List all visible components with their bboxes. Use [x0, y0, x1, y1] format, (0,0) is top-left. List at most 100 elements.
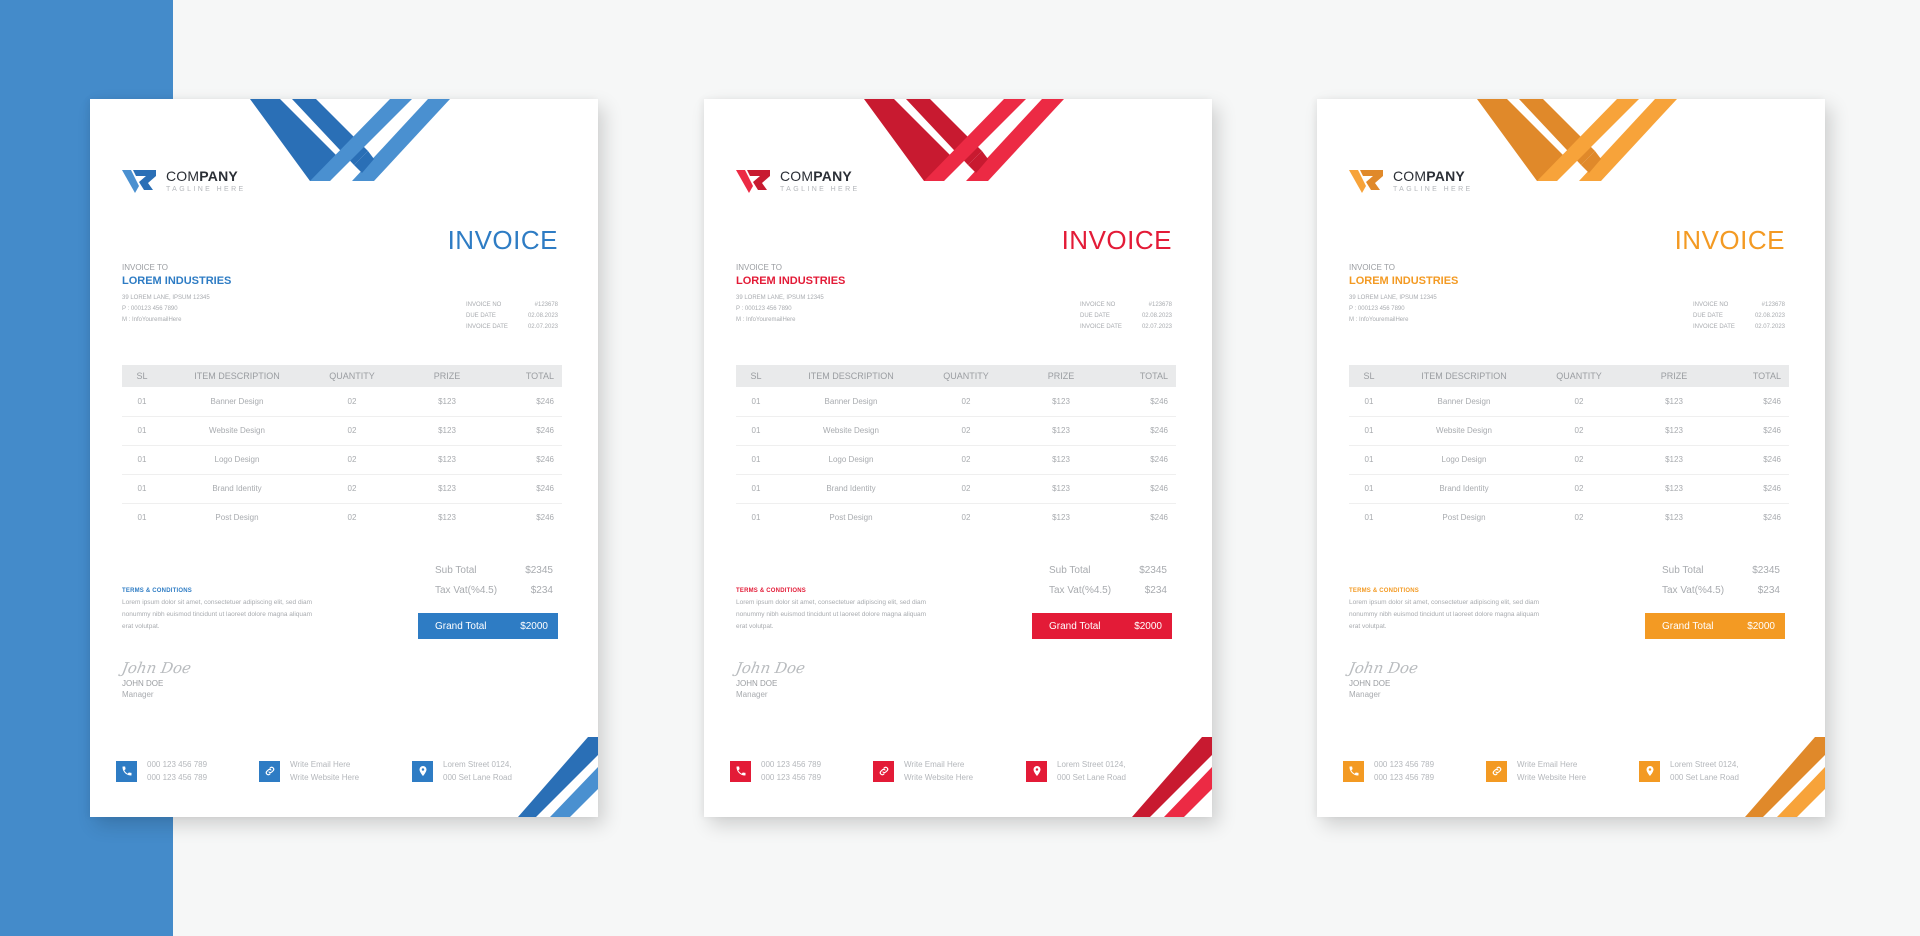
contact-line: Lorem Street 0124, — [1057, 760, 1126, 769]
location-pin-icon — [412, 760, 433, 782]
tax-label: Tax Vat(%4.5) — [1662, 585, 1725, 596]
contact-line: 000 Set Lane Road — [1670, 773, 1739, 782]
cell-quantity: 02 — [312, 445, 392, 475]
phone-icon — [116, 760, 137, 782]
cell-sl: 01 — [122, 445, 162, 475]
signature-block: John Doe JOHN DOE Manager — [734, 659, 806, 699]
grand-total-label: Grand Total — [435, 620, 487, 632]
cell-total: $246 — [536, 513, 554, 523]
subtotal-row: Sub Total $2345 — [1645, 561, 1785, 581]
link-icon — [259, 760, 280, 782]
table-row: 01 Brand Identity 02 $123 $246 — [1349, 474, 1789, 504]
invoice-meta-row: INVOICE NO #123678 — [1693, 300, 1785, 311]
invoice-meta-row: DUE DATE 02.08.2023 — [466, 311, 558, 322]
contact-footer: 000 123 456 789 000 123 456 789 Write Emai… — [730, 758, 1126, 784]
table-header-row: SL ITEM DESCRIPTION QUANTITY PRIZE TOTAL — [1349, 365, 1789, 387]
contact-footer: 000 123 456 789 000 123 456 789 Write Emai… — [1343, 758, 1739, 784]
cell-price: $123 — [1052, 513, 1070, 523]
contact-item: Lorem Street 0124, 000 Set Lane Road — [412, 758, 512, 784]
cell-sl: 01 — [1349, 416, 1389, 446]
column-header-total: TOTAL — [1139, 371, 1168, 381]
table-row: 01 Website Design 02 $123 $246 — [1349, 416, 1789, 446]
cell-quantity: 02 — [312, 387, 392, 417]
cell-price: $123 — [392, 387, 502, 417]
contact-line: Write Website Here — [904, 773, 974, 782]
company-tagline: TAGLINE HERE — [1393, 185, 1473, 193]
corner-stripes-decoration — [1745, 737, 1825, 817]
invoice-meta-row: INVOICE DATE 02.07.2023 — [1693, 322, 1785, 333]
grand-total-bar: Grand Total $2000 — [418, 613, 558, 639]
link-icon — [873, 760, 894, 782]
cell-total: $246 — [502, 445, 562, 475]
logo-mark-icon — [1349, 170, 1383, 193]
invoice-template-orange: COMPANY TAGLINE HERE INVOICE INVOICE TO … — [1317, 99, 1825, 817]
client-address-line: P : 000123 456 7890 — [1349, 306, 1405, 312]
cell-price: $123 — [392, 416, 502, 446]
bill-to-block: INVOICE TO LOREM INDUSTRIES 39 LOREM LAN… — [736, 263, 845, 326]
signer-role: Manager — [736, 690, 768, 699]
grand-total-bar: Grand Total $2000 — [1032, 613, 1172, 639]
client-name: LOREM INDUSTRIES — [1349, 275, 1459, 287]
tax-row: Tax Vat(%4.5) $234 — [1645, 581, 1785, 601]
client-address-line: 39 LOREM LANE, IPSUM 12345 — [736, 295, 824, 301]
cell-description: Brand Identity — [776, 474, 926, 504]
line-items-table: SL ITEM DESCRIPTION QUANTITY PRIZE TOTAL 01 B… — [122, 365, 562, 532]
contact-line: Lorem Street 0124, — [443, 760, 512, 769]
column-header-description: ITEM DESCRIPTION — [194, 371, 280, 381]
grand-total-value: $2000 — [520, 620, 548, 632]
cell-quantity: 02 — [347, 513, 357, 523]
cell-description: Logo Design — [162, 445, 312, 475]
company-name: COMPANY — [1393, 167, 1465, 184]
phone-icon — [730, 760, 751, 782]
invoice-meta: INVOICE NO #123678 DUE DATE 02.08.2023 INVOI… — [1693, 300, 1785, 333]
bill-to-label: INVOICE TO — [122, 263, 168, 272]
meta-value: 02.07.2023 — [527, 324, 558, 330]
invoice-meta-row: INVOICE NO #123678 — [1080, 300, 1172, 311]
invoice-template-red: COMPANY TAGLINE HERE INVOICE INVOICE TO … — [704, 99, 1212, 817]
column-header-description: ITEM DESCRIPTION — [1421, 371, 1507, 381]
cell-quantity: 02 — [1574, 513, 1584, 523]
meta-key: INVOICE DATE — [1693, 324, 1735, 330]
table-row: 01 Website Design 02 $123 $246 — [736, 416, 1176, 446]
w-chevron-decoration — [864, 99, 1064, 181]
company-logo: COMPANY TAGLINE HERE — [1349, 167, 1473, 193]
grand-total-value: $2000 — [1134, 620, 1162, 632]
cell-total: $246 — [1116, 387, 1176, 417]
table-row: 01 Banner Design 02 $123 $246 — [1349, 387, 1789, 417]
subtotal-row: Sub Total $2345 — [1032, 561, 1172, 581]
table-row: 01 Logo Design 02 $123 $246 — [1349, 445, 1789, 475]
table-row: 01 Banner Design 02 $123 $246 — [122, 387, 562, 417]
cell-total: $246 — [502, 416, 562, 446]
contact-line: Write Email Here — [1517, 760, 1578, 769]
cell-sl: 01 — [137, 513, 147, 523]
cell-price: $123 — [438, 513, 456, 523]
tax-row: Tax Vat(%4.5) $234 — [418, 581, 558, 601]
column-header-sl: SL — [1363, 371, 1375, 381]
signer-name: JOHN DOE — [736, 679, 778, 688]
cell-description: Banner Design — [1389, 387, 1539, 417]
w-chevron-decoration — [250, 99, 450, 181]
column-header-total: TOTAL — [525, 371, 554, 381]
contact-item: Write Email Here Write Website Here — [873, 758, 1026, 784]
contact-item: Write Email Here Write Website Here — [259, 758, 412, 784]
contact-line: Write Website Here — [1517, 773, 1587, 782]
terms-title: TERMS & CONDITIONS — [122, 588, 192, 594]
meta-key: INVOICE DATE — [466, 324, 508, 330]
client-name: LOREM INDUSTRIES — [122, 275, 232, 287]
cell-description: Website Design — [776, 416, 926, 446]
signature-block: John Doe JOHN DOE Manager — [1347, 659, 1419, 699]
cell-sl: 01 — [736, 474, 776, 504]
invoice-meta: INVOICE NO #123678 DUE DATE 02.08.2023 INVOI… — [1080, 300, 1172, 333]
company-logo: COMPANY TAGLINE HERE — [736, 167, 860, 193]
meta-key: INVOICE NO — [1693, 302, 1729, 308]
client-address: 39 LOREM LANE, IPSUM 12345 P : 000123 456… — [122, 293, 231, 326]
cell-quantity: 02 — [961, 513, 971, 523]
cell-total: $246 — [1729, 445, 1789, 475]
contact-item: 000 123 456 789 000 123 456 789 — [730, 758, 873, 784]
w-chevron-decoration — [1477, 99, 1677, 181]
subtotal-value: $2345 — [525, 565, 553, 576]
signature-script: John Doe — [120, 659, 193, 677]
subtotal-label: Sub Total — [435, 565, 477, 576]
cell-quantity: 02 — [1539, 445, 1619, 475]
contact-line: 000 Set Lane Road — [443, 773, 512, 782]
